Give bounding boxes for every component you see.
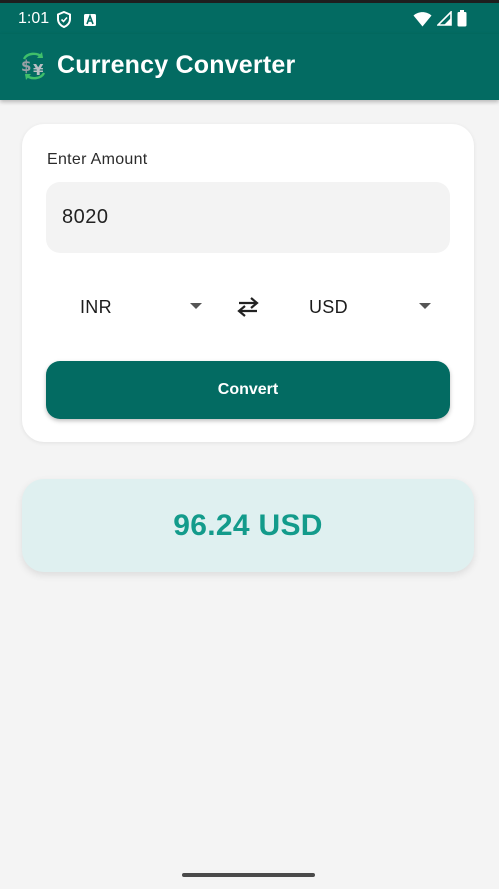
text-a-icon (84, 13, 96, 26)
dropdown-caret-icon (190, 303, 202, 309)
app-title: Currency Converter (57, 51, 296, 79)
gesture-bar[interactable] (182, 873, 315, 877)
svg-text:$: $ (21, 57, 31, 75)
amount-input[interactable] (46, 182, 450, 253)
amount-label: Enter Amount (47, 151, 148, 168)
from-currency-dropdown[interactable]: INR (80, 282, 202, 332)
battery-icon (457, 10, 467, 27)
signal-icon (437, 11, 452, 26)
status-time: 1:01 (18, 10, 50, 27)
result-card: 96.24 USD (22, 479, 474, 572)
app-bar: $ ¥ Currency Converter (0, 34, 499, 100)
status-left-icons (56, 11, 97, 28)
currency-exchange-icon: $ ¥ (21, 52, 46, 80)
result-text: 96.24 USD (173, 508, 323, 542)
converter-card: Enter Amount INR USD Convert (22, 124, 474, 442)
from-currency-value: INR (80, 296, 112, 317)
convert-button[interactable]: Convert (46, 361, 450, 419)
to-currency-dropdown[interactable]: USD (309, 282, 431, 332)
swap-arrows-icon[interactable] (235, 296, 261, 318)
wifi-icon (413, 11, 432, 26)
svg-text:¥: ¥ (33, 61, 44, 79)
status-bar: 1:01 (0, 0, 499, 34)
status-right-icons (413, 10, 467, 27)
to-currency-value: USD (309, 296, 348, 317)
shield-icon (57, 11, 71, 28)
dropdown-caret-icon (419, 303, 431, 309)
